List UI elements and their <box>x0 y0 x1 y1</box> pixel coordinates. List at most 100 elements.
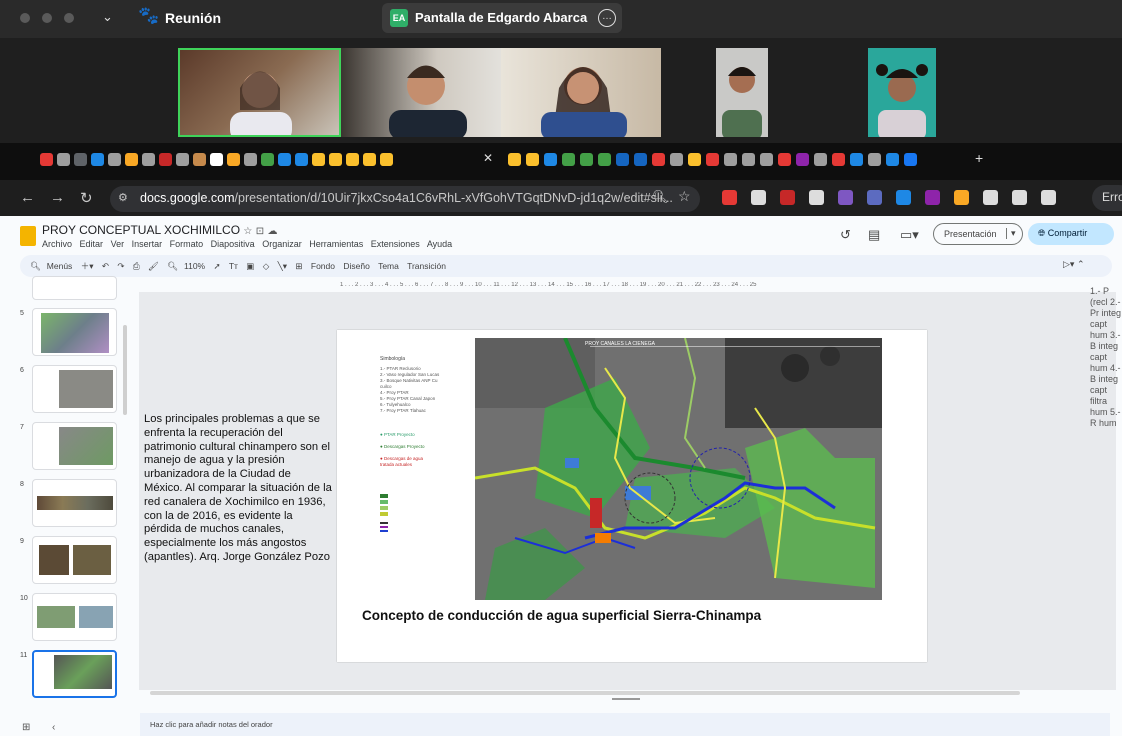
window-minimize-dot[interactable] <box>42 13 52 23</box>
profile-error-button[interactable]: Error <box>1092 185 1122 211</box>
toolbar-fondo[interactable]: Fondo <box>311 261 335 271</box>
document-title-text[interactable]: PROY CONCEPTUAL XOCHIMILCO <box>42 223 240 237</box>
line-icon[interactable]: ╲▾ <box>278 261 287 271</box>
site-settings-icon[interactable]: ⚙ <box>118 191 128 204</box>
extension-icon[interactable] <box>722 190 737 205</box>
menu-ver[interactable]: Ver <box>111 239 125 249</box>
canvas-horizontal-scrollbar[interactable] <box>150 691 1020 695</box>
search-menus-label[interactable]: Menús <box>47 261 73 271</box>
undo-icon[interactable]: ↶ <box>102 261 109 271</box>
extension-icon[interactable] <box>1041 190 1056 205</box>
menu-insertar[interactable]: Insertar <box>132 239 163 249</box>
share-button[interactable]: 🌐︎ Compartir <box>1028 223 1114 245</box>
browser-tab-favicon[interactable] <box>688 153 701 166</box>
bookmark-star-icon[interactable]: ☆ <box>678 188 691 205</box>
menu-diapositiva[interactable]: Diapositiva <box>211 239 255 249</box>
browser-tab-favicon[interactable] <box>616 153 629 166</box>
menu-herramientas[interactable]: Herramientas <box>309 239 363 249</box>
browser-tab-favicon[interactable] <box>193 153 206 166</box>
search-menus-icon[interactable]: 🔍︎ <box>30 261 41 271</box>
browser-tab-favicon[interactable] <box>261 153 274 166</box>
browser-tab-favicon[interactable] <box>670 153 683 166</box>
browser-tab-favicon[interactable] <box>760 153 773 166</box>
browser-tab-favicon[interactable] <box>508 153 521 166</box>
browser-tab-favicon[interactable] <box>142 153 155 166</box>
participant-video-5[interactable] <box>868 48 936 137</box>
browser-tab-favicon[interactable] <box>159 153 172 166</box>
browser-tab-favicon[interactable] <box>706 153 719 166</box>
collapse-filmstrip-icon[interactable]: ‹ <box>52 722 55 733</box>
slide-thumbnail-10[interactable] <box>32 593 117 641</box>
filmstrip-scrollbar[interactable] <box>123 325 127 415</box>
url-text[interactable]: docs.google.com/presentation/d/10Uir7jkx… <box>140 191 673 205</box>
forward-arrow-icon[interactable]: → <box>50 189 65 206</box>
comment-add-icon[interactable]: ⊞ <box>295 261 302 271</box>
menu-editar[interactable]: Editar <box>80 239 104 249</box>
slide-body-text[interactable]: Los principales problemas a que se enfre… <box>144 413 332 565</box>
browser-tab-favicon[interactable] <box>742 153 755 166</box>
back-arrow-icon[interactable]: ← <box>20 189 35 206</box>
menu-organizar[interactable]: Organizar <box>262 239 302 249</box>
participant-video-3[interactable] <box>501 48 661 137</box>
extension-icon[interactable] <box>1012 190 1027 205</box>
browser-tab-favicon[interactable] <box>562 153 575 166</box>
new-tab-icon[interactable]: + <box>975 150 983 166</box>
new-slide-icon[interactable]: ＋▾ <box>81 261 94 271</box>
close-tab-icon[interactable]: ✕ <box>483 151 493 165</box>
window-close-dot[interactable] <box>20 13 30 23</box>
browser-tab-favicon[interactable] <box>634 153 647 166</box>
print-icon[interactable]: ⎙ <box>133 261 140 271</box>
menu-formato[interactable]: Formato <box>170 239 204 249</box>
slide-thumbnail-11[interactable] <box>32 650 117 698</box>
browser-tab-favicon[interactable] <box>904 153 917 166</box>
browser-tab-favicon[interactable] <box>227 153 240 166</box>
browser-tab-favicon[interactable] <box>91 153 104 166</box>
slide-thumbnail-8[interactable] <box>32 479 117 527</box>
notes-resize-handle[interactable] <box>612 698 640 700</box>
video-call-icon[interactable]: ▭▾ <box>900 227 919 243</box>
browser-tab-favicon[interactable] <box>74 153 87 166</box>
browser-tab-favicon[interactable] <box>580 153 593 166</box>
participant-video-1[interactable] <box>178 48 341 137</box>
browser-tab-favicon[interactable] <box>544 153 557 166</box>
redo-icon[interactable]: ↷ <box>117 261 124 271</box>
browser-tab-favicon[interactable] <box>380 153 393 166</box>
browser-tab-favicon[interactable] <box>796 153 809 166</box>
menu-ayuda[interactable]: Ayuda <box>427 239 452 249</box>
history-icon[interactable]: ↺ <box>840 227 851 243</box>
chevron-down-icon[interactable]: ⌄ <box>102 9 113 25</box>
star-icon[interactable]: ☆ <box>243 226 252 237</box>
participant-video-4[interactable] <box>716 48 768 137</box>
toolbar-tema[interactable]: Tema <box>378 261 399 271</box>
zoom-level[interactable]: 110% <box>184 261 205 271</box>
browser-tab-favicon[interactable] <box>346 153 359 166</box>
browser-tab-favicon[interactable] <box>868 153 881 166</box>
browser-tab-favicon[interactable] <box>652 153 665 166</box>
toolbar-diseno[interactable]: Diseño <box>343 261 369 271</box>
slide-thumbnail-6[interactable] <box>32 365 117 413</box>
extension-icon[interactable] <box>751 190 766 205</box>
extension-icon[interactable] <box>983 190 998 205</box>
browser-tab-favicon[interactable] <box>329 153 342 166</box>
browser-tab-favicon[interactable] <box>363 153 376 166</box>
browser-tab-favicon[interactable] <box>210 153 223 166</box>
more-options-icon[interactable]: … <box>598 9 616 27</box>
extension-icon[interactable] <box>809 190 824 205</box>
document-title[interactable]: PROY CONCEPTUAL XOCHIMILCO ☆ ⊡ ☁ <box>42 223 277 237</box>
menu-archivo[interactable]: Archivo <box>42 239 72 249</box>
paint-format-icon[interactable]: 🖌︎ <box>148 261 159 271</box>
browser-tab-favicon[interactable] <box>778 153 791 166</box>
extension-icon[interactable] <box>954 190 969 205</box>
toolbar-transicion[interactable]: Transición <box>407 261 446 271</box>
slide-thumbnail-9[interactable] <box>32 536 117 584</box>
extension-icon[interactable] <box>867 190 882 205</box>
slide-thumbnail-5[interactable] <box>32 308 117 356</box>
browser-tab-favicon[interactable] <box>295 153 308 166</box>
extension-icon[interactable] <box>838 190 853 205</box>
browser-tab-favicon[interactable] <box>724 153 737 166</box>
browser-tab-favicon[interactable] <box>814 153 827 166</box>
browser-tab-favicon[interactable] <box>526 153 539 166</box>
present-dropdown-icon[interactable]: ▾ <box>1006 228 1016 239</box>
extension-icon[interactable] <box>925 190 940 205</box>
present-button[interactable]: Presentación ▾ <box>933 223 1023 245</box>
